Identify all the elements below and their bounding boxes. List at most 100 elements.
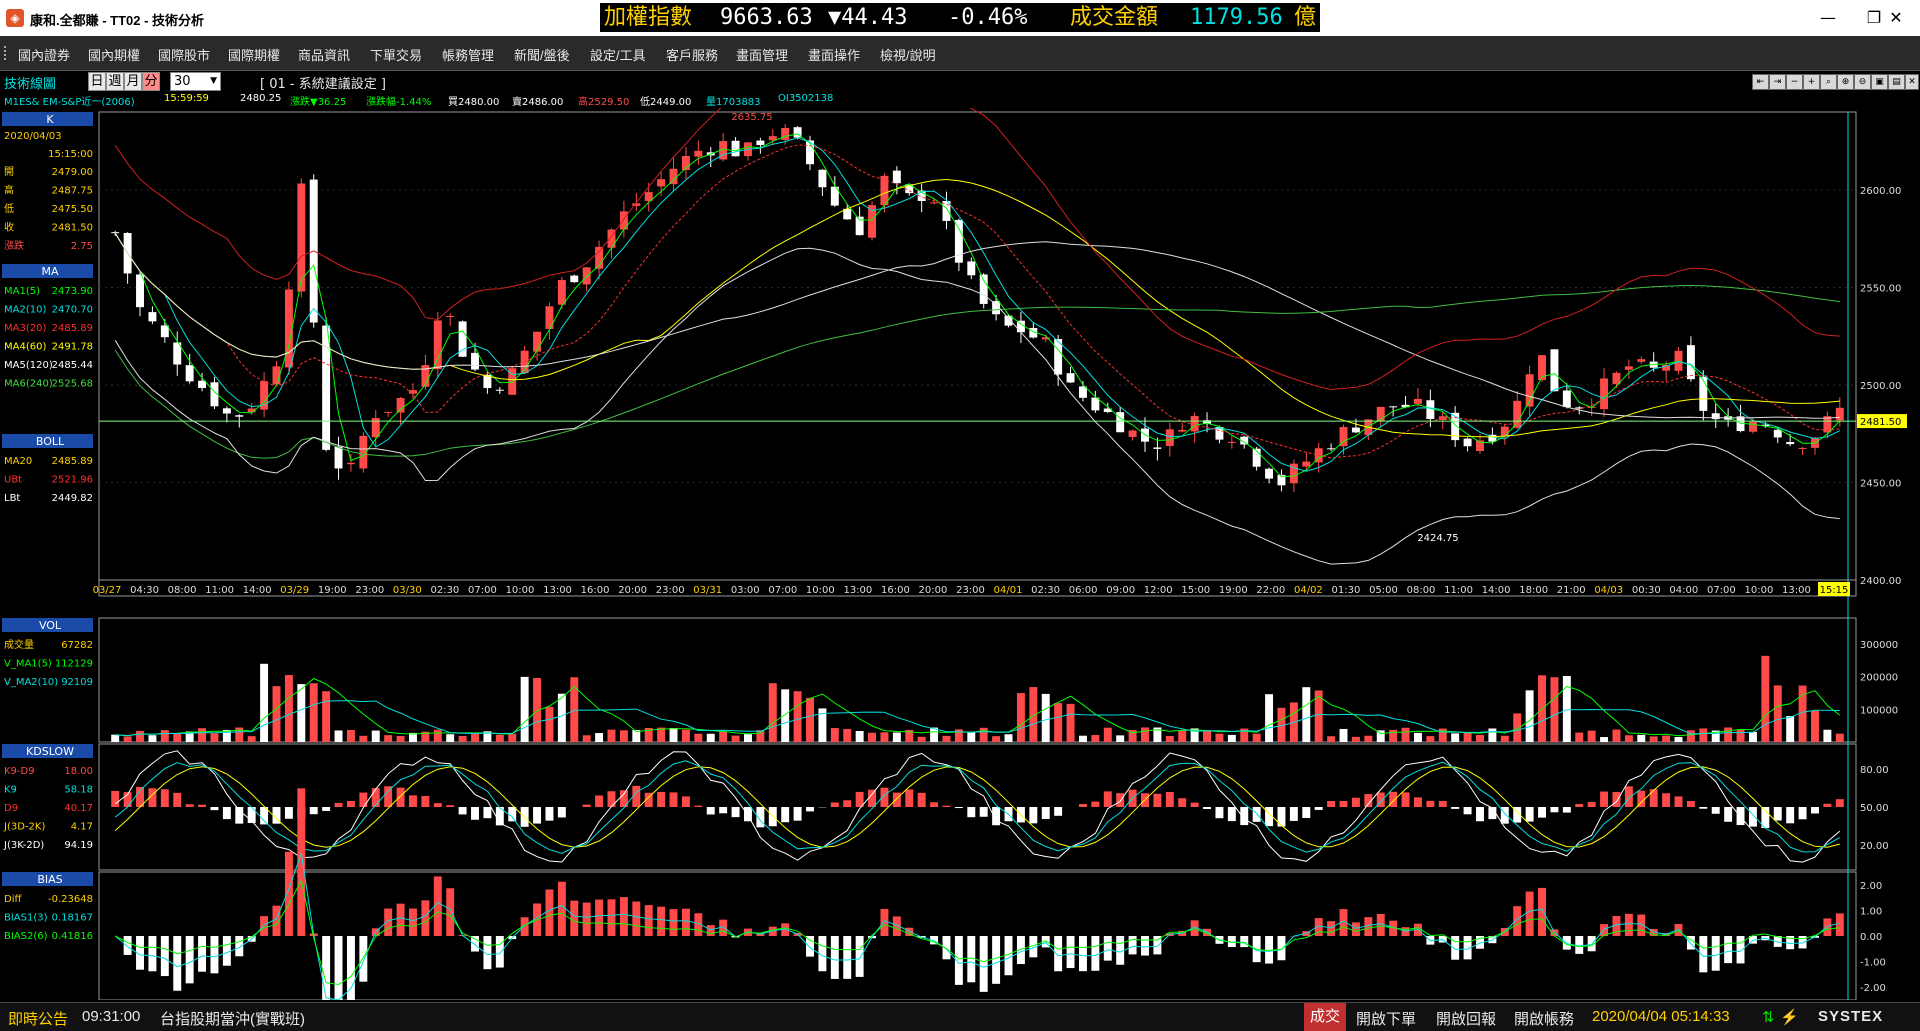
chart-toolbar: 技術線圖 日 週 月 分 30▼ [ 01 - 系統建議設定 ] ⇤ ⇥ − +…	[0, 71, 1920, 91]
volume-bar	[880, 732, 888, 742]
period-month-button[interactable]: 月	[124, 72, 142, 91]
vol-row-value: 92109	[61, 677, 93, 688]
volume-bar	[794, 691, 802, 742]
kd-diff-bar	[1116, 793, 1124, 807]
candle-body	[732, 141, 740, 156]
bulletin-text[interactable]: 台指股期當沖(實戰班)	[160, 1008, 305, 1029]
time-tick-label: 20:00	[919, 585, 948, 596]
kd-diff-bar	[1675, 796, 1683, 807]
search-minus-icon[interactable]: ⊖	[1854, 74, 1871, 90]
close-button[interactable]: ✕	[1874, 6, 1918, 30]
menu-item-view-help[interactable]: 檢視/說明	[880, 45, 936, 64]
candle-body	[1625, 366, 1633, 369]
menu-item-product-info[interactable]: 商品資訊	[298, 45, 350, 64]
menu-item-domestic-futures[interactable]: 國內期權	[88, 45, 140, 64]
period-day-button[interactable]: 日	[88, 72, 106, 91]
time-tick-label: 06:00	[1069, 585, 1098, 596]
candle-body	[161, 325, 169, 337]
kd-diff-bar	[347, 801, 355, 807]
open-order-button[interactable]: 開啟下單	[1356, 1008, 1416, 1029]
menu-item-screen-management[interactable]: 畫面管理	[736, 45, 788, 64]
volume-bar	[1811, 711, 1819, 742]
k-row-value: 2479.00	[52, 167, 93, 178]
ma-row-label: MA1(5)	[4, 286, 40, 297]
quote-low: 低2449.00	[640, 93, 691, 108]
window-title: 康和.全都賺 - TT02 - 技術分析	[30, 10, 204, 29]
bias-diff-bar	[1079, 936, 1087, 971]
kd-diff-bar	[583, 805, 591, 807]
plus-icon[interactable]: +	[1803, 74, 1820, 90]
volume-bar	[1005, 734, 1013, 742]
period-week-button[interactable]: 週	[106, 72, 124, 91]
volume-bar	[732, 736, 740, 742]
kd-diff-bar	[1662, 793, 1670, 807]
print-icon[interactable]: ▤	[1888, 74, 1905, 90]
volume-bar	[719, 732, 727, 742]
quote-volume: 量1703883	[706, 93, 761, 108]
open-account-button[interactable]: 開啟帳務	[1514, 1008, 1574, 1029]
bias-diff-bar	[682, 909, 690, 936]
search-plus-icon[interactable]: ⊕	[1837, 74, 1854, 90]
quote-change: 漲跌▼36.25	[290, 93, 346, 108]
menu-item-news[interactable]: 新聞/盤後	[514, 45, 570, 64]
menu-item-intl-futures[interactable]: 國際期權	[228, 45, 280, 64]
kd-diff-bar	[409, 795, 417, 807]
ma-row-value: 2491.78	[52, 342, 93, 353]
time-tick-label: 04/02	[1294, 585, 1323, 596]
minus-icon[interactable]: −	[1786, 74, 1803, 90]
boll-upper-line	[115, 108, 1840, 389]
candle-body	[186, 365, 194, 381]
open-report-button[interactable]: 開啟回報	[1436, 1008, 1496, 1029]
deal-indicator[interactable]: 成交	[1304, 1003, 1346, 1031]
minimize-button[interactable]: —	[1806, 6, 1850, 30]
bias-diff-bar	[421, 900, 429, 936]
signal-icon: ⚡	[1780, 1008, 1799, 1026]
bias-diff-bar	[335, 936, 343, 1000]
zoom-in-icon[interactable]: ⇥	[1769, 74, 1786, 90]
bulletin-label[interactable]: 即時公告	[8, 1008, 68, 1029]
search-icon[interactable]: ⌕	[1820, 74, 1837, 90]
kd-diff-bar	[943, 806, 951, 807]
interval-select[interactable]: 30▼	[170, 72, 221, 91]
menu-item-settings[interactable]: 設定/工具	[590, 45, 646, 64]
candle-body	[1414, 399, 1422, 404]
kd-diff-bar	[459, 807, 467, 814]
volume-bar	[1389, 730, 1397, 742]
menu-item-trading[interactable]: 下單交易	[370, 45, 422, 64]
kd-diff-bar	[1278, 807, 1286, 827]
bias-diff-bar	[260, 916, 268, 936]
kd-diff-bar	[1104, 791, 1112, 807]
bias-tick-label: -1.00	[1860, 958, 1886, 969]
candle-body	[1265, 469, 1273, 479]
menu-item-domestic-securities[interactable]: 國內證券	[18, 45, 70, 64]
bias-diff-bar	[1129, 936, 1137, 954]
zoom-out-icon[interactable]: ⇤	[1752, 74, 1769, 90]
period-minute-button[interactable]: 分	[142, 72, 160, 91]
menu-bar: 國內證券 國內期權 國際股市 國際期權 商品資訊 下單交易 帳務管理 新聞/盤後…	[0, 36, 1920, 71]
indicator-setting-label[interactable]: [ 01 - 系統建議設定 ]	[260, 73, 386, 92]
volume-bar	[1253, 734, 1261, 742]
close-window-icon[interactable]: ✕	[1905, 74, 1919, 90]
volume-bar	[831, 728, 839, 742]
kd-row-value: 18.00	[64, 766, 93, 777]
candle-body	[1067, 373, 1075, 382]
kd-diff-bar	[1699, 807, 1707, 809]
bias-diff-bar	[583, 903, 591, 936]
kd-row-label: K9	[4, 785, 17, 796]
candle-body	[893, 171, 901, 184]
kd-diff-bar	[868, 790, 876, 807]
save-icon[interactable]: ▣	[1871, 74, 1888, 90]
volume-bar	[1464, 733, 1472, 742]
bias-header: BIAS	[37, 873, 62, 886]
kd-diff-bar	[1426, 801, 1434, 807]
volume-bar	[1352, 737, 1360, 742]
time-tick-label: 00:30	[1632, 585, 1661, 596]
menu-item-account[interactable]: 帳務管理	[442, 45, 494, 64]
menu-item-screen-operation[interactable]: 畫面操作	[808, 45, 860, 64]
menu-item-customer-service[interactable]: 客戶服務	[666, 45, 718, 64]
menu-item-intl-stocks[interactable]: 國際股市	[158, 45, 210, 64]
technical-chart[interactable]: K2020/04/0315:15:00開2479.00高2487.75低2475…	[0, 108, 1920, 1000]
kd-diff-bar	[1215, 807, 1223, 818]
chart-area[interactable]: K2020/04/0315:15:00開2479.00高2487.75低2475…	[0, 108, 1920, 1000]
kd-diff-bar	[1526, 807, 1534, 822]
